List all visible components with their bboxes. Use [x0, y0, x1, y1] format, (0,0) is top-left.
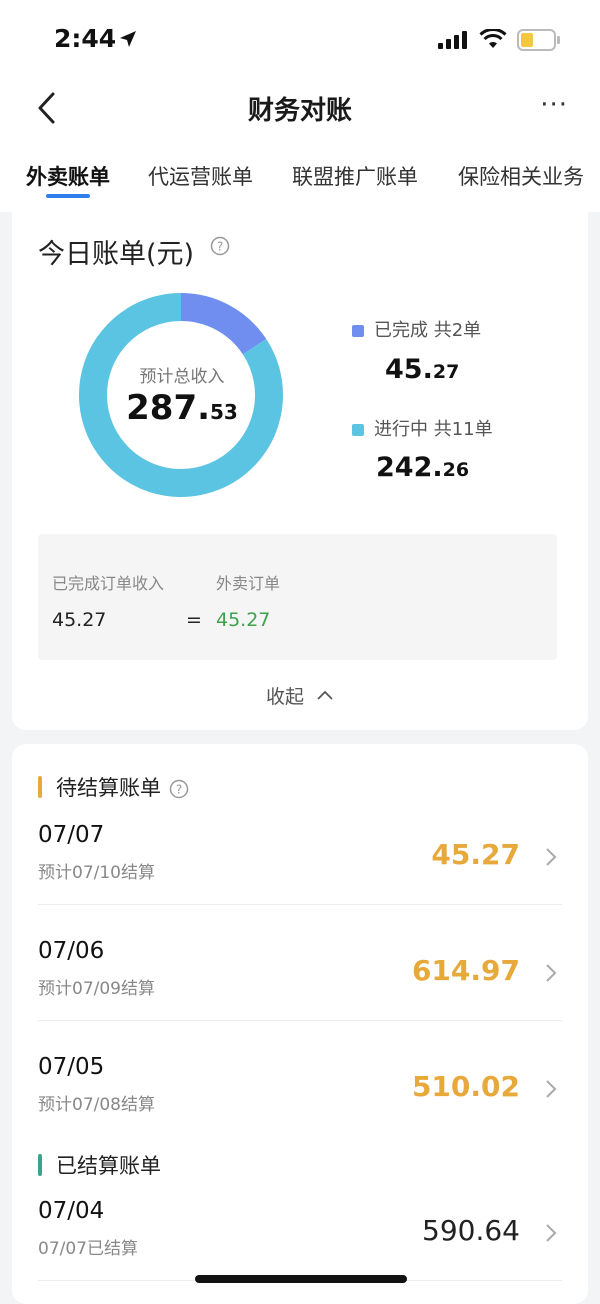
bill-amount: 45.27 — [431, 838, 520, 871]
completed-dec: 27 — [432, 361, 460, 383]
svg-text:?: ? — [176, 783, 182, 797]
pending-section-marker — [38, 776, 42, 798]
status-time: 2:44 — [54, 24, 117, 53]
bill-settlement-note: 预计07/08结算 — [38, 1095, 155, 1115]
collapse-label: 收起 — [265, 686, 304, 708]
location-arrow-icon — [120, 31, 136, 47]
today-bill-card: 今日账单(元) ? 预计总收入 287.53 已完成 共2单 45.27 进行中… — [12, 212, 588, 730]
donut-center-label: 预计总收入 — [139, 367, 225, 387]
chevron-up-icon — [317, 690, 333, 700]
legend-in-progress: 进行中 共11单 — [352, 415, 493, 441]
svg-text:?: ? — [217, 240, 223, 254]
cellular-signal-icon — [438, 31, 467, 49]
bill-settlement-note: 预计07/09结算 — [38, 979, 155, 999]
pending-bill-row[interactable]: 07/07 预计07/10结算 45.27 — [38, 812, 562, 918]
takeout-order-label: 外卖订单 — [216, 574, 281, 593]
total-dec: 53 — [210, 400, 238, 424]
settled-section-title: 已结算账单 — [56, 1154, 161, 1178]
bill-settlement-note: 预计07/10结算 — [38, 863, 155, 883]
wifi-icon — [479, 29, 507, 48]
pending-section-header: 待结算账单 ? — [38, 772, 189, 802]
bill-date: 07/04 — [38, 1198, 105, 1224]
settled-section-marker — [38, 1154, 42, 1176]
completed-income-value: 45.27 — [52, 609, 107, 631]
row-divider — [38, 904, 562, 905]
completed-amount: 45.27 — [385, 354, 459, 385]
chevron-right-icon — [546, 848, 557, 866]
total-int: 287. — [126, 388, 211, 428]
takeout-order-value: 45.27 — [216, 609, 271, 631]
income-formula-box: 已完成订单收入 外卖订单 45.27 = 45.27 — [38, 534, 557, 660]
completed-income-label: 已完成订单收入 — [52, 574, 165, 593]
bill-date: 07/07 — [38, 822, 105, 848]
home-indicator — [195, 1275, 407, 1283]
completed-int: 45. — [385, 354, 433, 385]
active-tab-indicator — [46, 194, 90, 198]
chevron-right-icon — [546, 964, 557, 982]
help-icon[interactable]: ? — [210, 236, 230, 256]
completed-color-swatch — [352, 325, 364, 337]
bill-amount: 590.64 — [422, 1214, 520, 1247]
in-progress-int: 242. — [376, 452, 443, 483]
top-header: 2:44 财务对账 ··· 外卖账单 代运营账单 联盟推广账单 保险相关业务 — [0, 0, 600, 212]
chevron-right-icon — [546, 1080, 557, 1098]
status-bar: 2:44 — [0, 0, 600, 76]
navigation-bar: 财务对账 ··· — [0, 80, 600, 132]
tab-insurance-bills[interactable]: 保险相关业务 — [458, 161, 584, 191]
collapse-button[interactable]: 收起 — [12, 682, 588, 709]
bill-date: 07/06 — [38, 938, 105, 964]
in-progress-legend-label: 进行中 共11单 — [374, 419, 493, 440]
bill-date: 07/05 — [38, 1054, 105, 1080]
in-progress-color-swatch — [352, 424, 364, 436]
battery-icon — [517, 29, 560, 51]
tab-operation-bills[interactable]: 代运营账单 — [148, 161, 253, 191]
bill-type-tabs: 外卖账单 代运营账单 联盟推广账单 保险相关业务 — [0, 150, 600, 210]
pending-section-title: 待结算账单 — [56, 776, 161, 800]
in-progress-amount: 242.26 — [376, 452, 469, 483]
donut-slice-completed — [180, 293, 267, 355]
page-title: 财务对账 — [247, 96, 352, 126]
equals-sign: = — [186, 609, 202, 631]
pending-bill-row[interactable]: 07/05 预计07/08结算 510.02 — [38, 1044, 562, 1150]
tab-takeout-bills[interactable]: 外卖账单 — [26, 161, 110, 191]
in-progress-dec: 26 — [442, 459, 470, 481]
bill-amount: 614.97 — [411, 954, 520, 987]
today-bill-title: 今日账单(元) — [38, 239, 195, 270]
settled-section-header: 已结算账单 — [38, 1150, 161, 1180]
legend-completed: 已完成 共2单 — [352, 316, 481, 342]
chevron-right-icon — [546, 1224, 557, 1242]
pending-bill-row[interactable]: 07/06 预计07/09结算 614.97 — [38, 928, 562, 1034]
bill-amount: 510.02 — [411, 1070, 520, 1103]
help-icon[interactable]: ? — [169, 779, 189, 799]
completed-legend-label: 已完成 共2单 — [374, 320, 482, 341]
more-options-button[interactable]: ··· — [540, 90, 568, 120]
settlement-card: 待结算账单 ? 07/07 预计07/10结算 45.27 07/06 预计07… — [12, 744, 588, 1304]
donut-total-value: 287.53 — [84, 388, 280, 428]
row-divider — [38, 1020, 562, 1021]
bill-settlement-note: 07/07已结算 — [38, 1239, 138, 1259]
tab-alliance-bills[interactable]: 联盟推广账单 — [292, 161, 418, 191]
